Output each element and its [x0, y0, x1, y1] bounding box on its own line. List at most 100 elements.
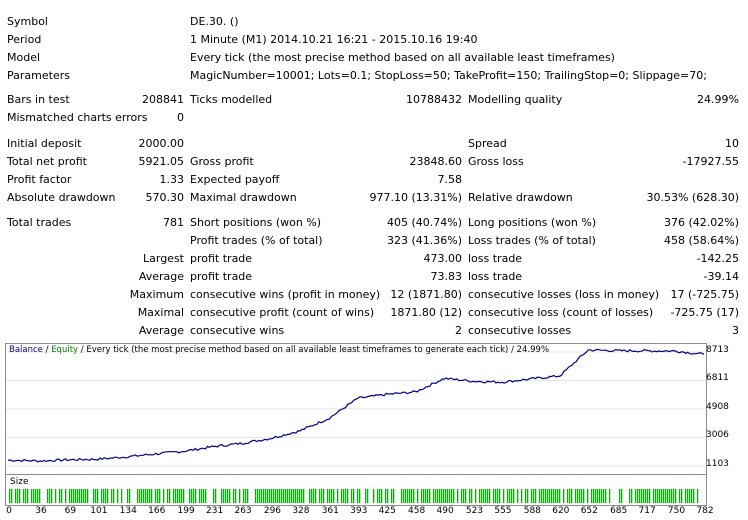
size-bar: [285, 489, 287, 503]
size-bar: [15, 489, 17, 503]
size-bar: [637, 489, 639, 503]
size-bar: [421, 489, 423, 503]
size-bar: [401, 489, 403, 503]
average-profit-trade-value: 73.83: [430, 270, 463, 283]
x-tick-label: 750: [667, 506, 686, 516]
size-bar: [321, 489, 323, 503]
size-bar: [437, 489, 439, 503]
size-bar: [267, 489, 269, 503]
size-bar: [61, 489, 63, 503]
size-bar: [331, 489, 333, 503]
size-bar: [409, 489, 411, 503]
model-label: Model: [7, 51, 41, 64]
size-bar: [319, 489, 321, 503]
size-bar: [547, 489, 549, 503]
size-bar: [563, 489, 565, 503]
y-tick-label: 1103: [706, 459, 729, 469]
size-bar: [35, 489, 37, 503]
spread-value: 10: [725, 137, 739, 150]
size-bar: [521, 489, 523, 503]
size-bar: [79, 489, 81, 503]
size-bar: [533, 489, 535, 503]
parameters-label: Parameters: [7, 69, 70, 82]
size-bar: [159, 489, 161, 503]
quality-label: Modelling quality: [468, 93, 563, 106]
size-bar: [235, 489, 237, 503]
balance-chart: [5, 343, 707, 475]
relative-drawdown-label: Relative drawdown: [468, 191, 573, 204]
size-panel: Size: [5, 474, 707, 506]
size-bar: [461, 489, 463, 503]
quality-value: 24.99%: [697, 93, 739, 106]
size-bar: [509, 489, 511, 503]
x-tick-label: 69: [64, 506, 77, 516]
size-bar: [579, 489, 581, 503]
size-bar: [323, 489, 325, 503]
size-bar: [51, 489, 53, 503]
x-tick-label: 36: [35, 506, 47, 516]
size-bar: [503, 489, 505, 503]
size-bar: [313, 489, 315, 503]
size-bar: [257, 489, 259, 503]
size-bar: [453, 489, 455, 503]
size-bar: [493, 489, 495, 503]
gross-profit-value: 23848.60: [409, 155, 463, 168]
absolute-drawdown-value: 570.30: [145, 191, 185, 204]
size-bar: [495, 489, 497, 503]
size-bar: [591, 489, 593, 503]
profit-factor-value: 1.33: [159, 173, 185, 186]
deposit-value: 2000.00: [138, 137, 185, 150]
size-bar: [429, 489, 431, 503]
size-bar: [107, 489, 109, 503]
maximum-label: Maximum: [129, 288, 184, 301]
size-bar: [87, 489, 89, 503]
size-bar: [451, 489, 453, 503]
x-tick-label: 263: [234, 506, 252, 516]
size-bar: [111, 489, 113, 503]
size-bar: [531, 489, 533, 503]
size-bar: [299, 489, 301, 503]
total-trades-label: Total trades: [7, 216, 72, 229]
size-bar: [195, 489, 197, 503]
size-bar: [289, 489, 291, 503]
size-bar: [671, 489, 673, 503]
size-bar: [381, 489, 383, 503]
size-bar: [337, 489, 339, 503]
size-bar: [201, 489, 203, 503]
size-bar: [173, 489, 175, 503]
size-bar: [443, 489, 445, 503]
size-bar: [403, 489, 405, 503]
size-bar: [77, 489, 79, 503]
size-bar: [47, 489, 49, 503]
x-tick-label: 134: [119, 506, 137, 516]
y-tick-label: 6811: [706, 373, 729, 384]
size-bar: [277, 489, 279, 503]
size-bar: [137, 489, 139, 503]
size-bar: [373, 489, 375, 503]
size-bar: [691, 489, 693, 503]
size-bar: [275, 489, 277, 503]
size-bar: [279, 489, 281, 503]
size-bar: [445, 489, 447, 503]
max-consecutive-losses-label: consecutive losses (loss in money): [468, 288, 660, 301]
size-bar: [539, 489, 541, 503]
size-bar: [179, 489, 181, 503]
size-bar: [391, 489, 393, 503]
net-profit-label: Total net profit: [7, 155, 87, 168]
size-bar: [327, 489, 329, 503]
x-tick-label: 555: [494, 506, 512, 516]
size-bar: [425, 489, 427, 503]
size-bar: [33, 489, 35, 503]
size-bar: [353, 489, 355, 503]
size-bar: [49, 489, 51, 503]
size-bar: [127, 489, 129, 503]
size-bar: [545, 489, 547, 503]
size-bar: [149, 489, 151, 503]
size-bar: [247, 489, 249, 503]
size-bar: [549, 489, 551, 503]
size-bar: [569, 489, 571, 503]
size-bar: [507, 489, 509, 503]
size-bar: [17, 489, 19, 503]
size-bar: [535, 489, 537, 503]
size-bar: [359, 489, 361, 503]
